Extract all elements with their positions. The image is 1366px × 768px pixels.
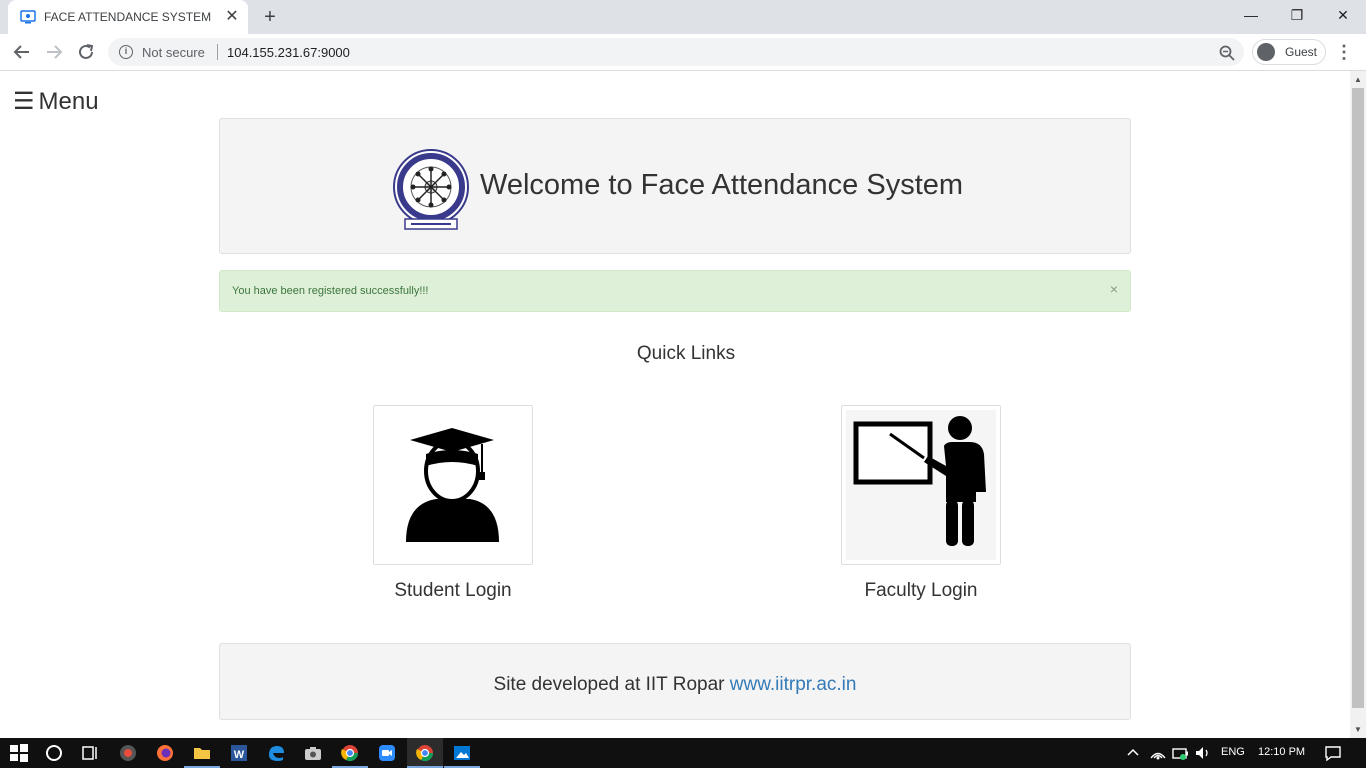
faculty-login-card[interactable] bbox=[841, 405, 1001, 565]
camera-icon[interactable] bbox=[303, 743, 323, 763]
scroll-down-icon[interactable]: ▼ bbox=[1354, 725, 1362, 734]
profile-label: Guest bbox=[1285, 45, 1318, 59]
alert-close-icon[interactable]: × bbox=[1110, 281, 1118, 297]
taskbar: W ENG 12:10 PM bbox=[0, 738, 1366, 768]
restore-button[interactable]: ❐ bbox=[1274, 0, 1320, 30]
success-alert: You have been registered successfully!!!… bbox=[219, 270, 1131, 312]
page-viewport: ☰ Menu Welcome to Face Attendance System… bbox=[0, 71, 1350, 738]
header-jumbotron: Welcome to Face Attendance System bbox=[219, 118, 1131, 254]
close-window-button[interactable]: ✕ bbox=[1320, 0, 1366, 30]
browser-tab[interactable]: FACE ATTENDANCE SYSTEM ✕ bbox=[8, 0, 248, 34]
tab-title: FACE ATTENDANCE SYSTEM bbox=[44, 10, 212, 24]
search-circle-icon[interactable] bbox=[44, 743, 64, 763]
task-view-icon[interactable] bbox=[80, 743, 100, 763]
chrome-icon[interactable] bbox=[340, 743, 360, 763]
favicon-icon bbox=[20, 10, 36, 24]
chrome-active-icon[interactable] bbox=[415, 743, 435, 763]
scroll-thumb[interactable] bbox=[1352, 88, 1364, 708]
media-player-icon[interactable] bbox=[118, 743, 138, 763]
notifications-icon[interactable] bbox=[1323, 743, 1343, 763]
language-indicator[interactable]: ENG bbox=[1221, 746, 1245, 758]
tray-chevron-icon[interactable] bbox=[1123, 743, 1143, 763]
back-arrow-icon[interactable] bbox=[9, 39, 35, 65]
info-icon[interactable]: i bbox=[119, 45, 133, 59]
page-scrollbar[interactable]: ▲ ▼ bbox=[1350, 71, 1366, 738]
menu-button[interactable]: ☰ Menu bbox=[13, 87, 99, 116]
clock[interactable]: 12:10 PM bbox=[1258, 746, 1305, 758]
footer-credit: Site developed at IIT Ropar bbox=[493, 674, 730, 695]
alert-message: You have been registered successfully!!! bbox=[232, 285, 429, 297]
avatar-icon bbox=[1257, 43, 1275, 61]
security-label[interactable]: Not secure bbox=[142, 45, 205, 60]
tab-close-icon[interactable]: ✕ bbox=[222, 7, 242, 27]
photos-icon[interactable] bbox=[452, 743, 472, 763]
footer: Site developed at IIT Ropar www.iitrpr.a… bbox=[219, 643, 1131, 720]
iit-ropar-logo bbox=[393, 149, 469, 230]
faculty-login-link[interactable]: Faculty Login bbox=[841, 580, 1001, 602]
file-explorer-icon[interactable] bbox=[192, 743, 212, 763]
url-text[interactable]: 104.155.231.67:9000 bbox=[227, 45, 350, 60]
new-tab-button[interactable]: + bbox=[258, 5, 282, 29]
hamburger-icon: ☰ bbox=[13, 88, 35, 115]
teacher-icon bbox=[846, 410, 996, 560]
volume-icon[interactable] bbox=[1193, 743, 1213, 763]
footer-link[interactable]: www.iitrpr.ac.in bbox=[730, 674, 857, 695]
tab-strip: FACE ATTENDANCE SYSTEM ✕ + — ❐ ✕ bbox=[0, 0, 1366, 34]
scroll-up-icon[interactable]: ▲ bbox=[1354, 75, 1362, 84]
student-login-card[interactable] bbox=[373, 405, 533, 565]
battery-icon[interactable] bbox=[1171, 743, 1191, 763]
minimize-button[interactable]: — bbox=[1228, 0, 1274, 30]
browser-toolbar: i Not secure 104.155.231.67:9000 Guest ⋮ bbox=[0, 34, 1366, 71]
page-title: Welcome to Face Attendance System bbox=[480, 169, 964, 201]
reload-icon[interactable] bbox=[73, 39, 99, 65]
profile-button[interactable]: Guest bbox=[1252, 39, 1326, 65]
zoom-app-icon[interactable] bbox=[377, 743, 397, 763]
firefox-icon[interactable] bbox=[155, 743, 175, 763]
forward-arrow-icon[interactable] bbox=[41, 39, 67, 65]
word-icon[interactable]: W bbox=[229, 743, 249, 763]
graduate-icon bbox=[406, 428, 499, 542]
edge-icon[interactable] bbox=[266, 743, 286, 763]
wifi-icon[interactable] bbox=[1148, 743, 1168, 763]
student-login-link[interactable]: Student Login bbox=[373, 580, 533, 602]
menu-label: Menu bbox=[38, 88, 99, 115]
svg-text:W: W bbox=[234, 749, 245, 761]
windows-start-icon[interactable] bbox=[9, 743, 29, 763]
quick-links-heading: Quick Links bbox=[636, 343, 736, 364]
footer-text: Site developed at IIT Ropar www.iitrpr.a… bbox=[220, 674, 1130, 696]
address-bar[interactable]: i Not secure 104.155.231.67:9000 bbox=[108, 38, 1244, 66]
more-options-icon[interactable]: ⋮ bbox=[1334, 39, 1354, 65]
zoom-icon[interactable] bbox=[1218, 44, 1236, 62]
divider bbox=[217, 44, 218, 60]
